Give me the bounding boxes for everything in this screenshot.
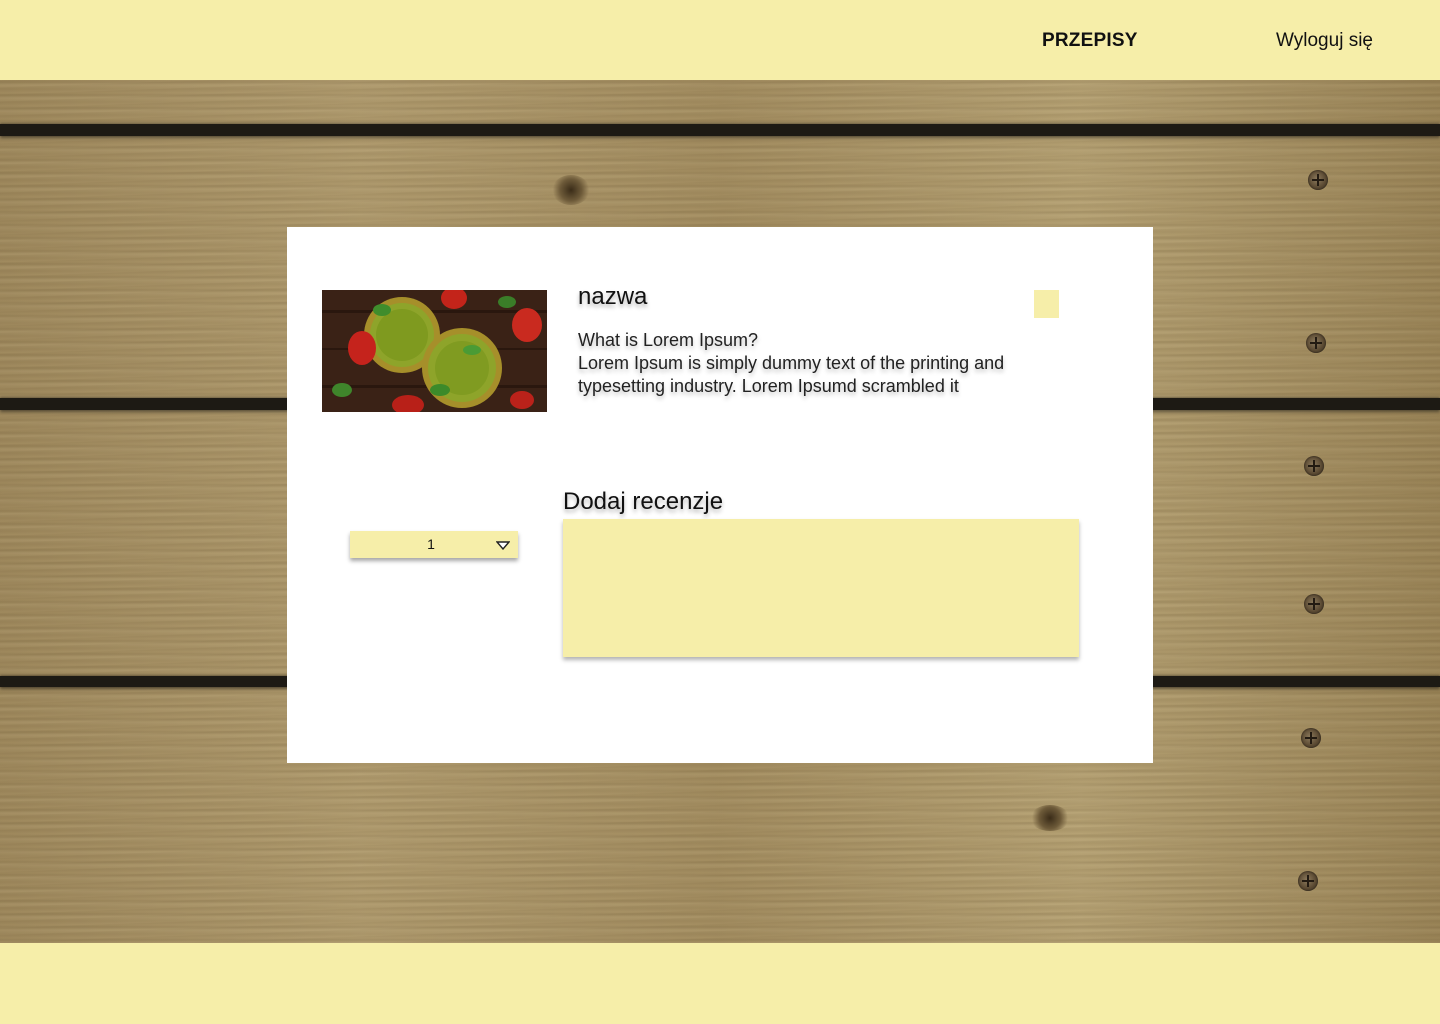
rating-select[interactable]: 1 xyxy=(350,531,518,558)
nav-link-recipes[interactable]: PRZEPISY xyxy=(1042,30,1138,52)
nav-link-logout[interactable]: Wyloguj się xyxy=(1276,30,1373,52)
favorite-button[interactable] xyxy=(1034,290,1059,318)
description-line: Lorem Ipsum is simply dummy text of the … xyxy=(578,353,1005,373)
wood-knot xyxy=(1030,805,1070,831)
recipe-image xyxy=(322,290,547,412)
description-line: What is Lorem Ipsum? xyxy=(578,330,759,350)
review-textarea[interactable] xyxy=(563,519,1079,657)
screw-icon xyxy=(1298,871,1318,891)
screw-icon xyxy=(1308,170,1328,190)
footer-bar xyxy=(0,943,1440,1024)
rating-selected-value: 1 xyxy=(427,536,435,552)
recipe-title: nazwa xyxy=(578,283,648,310)
smoothie-photo-icon xyxy=(322,290,547,412)
description-line: typesetting industry. Lorem Ipsumd scram… xyxy=(578,376,959,396)
plank-gap xyxy=(0,124,1440,136)
screw-icon xyxy=(1304,594,1324,614)
screw-icon xyxy=(1306,333,1326,353)
recipe-description: What is Lorem Ipsum? Lorem Ipsum is simp… xyxy=(578,329,1078,398)
wood-knot xyxy=(552,175,590,205)
recipe-card: nazwa What is Lorem Ipsum? Lorem Ipsum i… xyxy=(287,227,1153,763)
screw-icon xyxy=(1304,456,1324,476)
chevron-down-icon xyxy=(496,541,510,550)
top-navigation-bar: PRZEPISY Wyloguj się xyxy=(0,0,1440,80)
review-heading: Dodaj recenzje xyxy=(563,488,724,515)
screw-icon xyxy=(1301,728,1321,748)
